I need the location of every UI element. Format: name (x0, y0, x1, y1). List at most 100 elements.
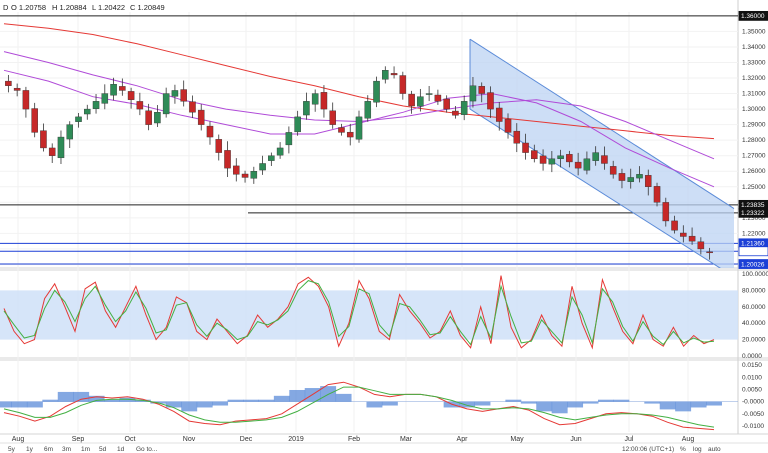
clock-readout: 12:00:06 (UTC+1) (622, 446, 674, 453)
candle-body (417, 96, 424, 107)
macd-histogram-bar (520, 401, 537, 404)
x-tick-label: Aug (12, 436, 25, 443)
scale-option-auto[interactable]: auto (708, 446, 721, 453)
chart-stage: 1.35000 1.34000 1.33000 1.32000 1.31000 1.300… (0, 0, 768, 453)
candle-body (487, 92, 494, 110)
candle-body (180, 89, 187, 102)
candle-body (31, 108, 38, 133)
candle-body (434, 94, 442, 102)
macd-tick-label: -0.0050 (742, 411, 764, 418)
candle-body (346, 131, 354, 138)
candle-body (285, 132, 293, 146)
x-tick-label: Jun (570, 436, 581, 443)
price-tick-label: 1.29000 (742, 122, 766, 129)
price-label-text: 1.23322 (741, 210, 765, 217)
macd-histogram-bar (0, 401, 12, 408)
candle-body (373, 80, 380, 103)
macd-histogram-bar (73, 391, 90, 402)
candle-body (425, 93, 433, 95)
candle-body (566, 154, 573, 163)
x-tick-label: Dec (240, 436, 253, 443)
candle-body (233, 165, 240, 175)
macd-histogram-bar (551, 401, 568, 414)
open-value: O 1.20758 (11, 3, 46, 12)
macd-histogram-bar (536, 401, 553, 412)
candle-body (592, 152, 599, 161)
range-button-5d[interactable]: 5d (99, 446, 107, 453)
candle-body (697, 241, 705, 250)
macd-histogram-bar (582, 401, 599, 404)
candle-body (531, 150, 538, 160)
candle-body (706, 251, 713, 254)
candle-body (495, 107, 503, 122)
candle-body (66, 124, 74, 140)
candle-body (662, 202, 670, 222)
macd-histogram-bar (644, 401, 661, 404)
candle-body (627, 177, 634, 182)
macd-histogram-bar (289, 389, 306, 402)
macd-histogram-bar (706, 401, 722, 406)
candle-body (119, 86, 126, 91)
price-tick-label: 1.26000 (742, 168, 766, 175)
candle-body (241, 173, 249, 178)
candle-body (154, 112, 161, 124)
range-button-1y[interactable]: 1y (26, 446, 34, 453)
scale-option-log[interactable]: log (693, 446, 702, 453)
candle-body (110, 84, 117, 96)
candle-body (5, 80, 12, 86)
candle-body (311, 93, 319, 105)
candle-body (618, 173, 626, 181)
macd-histogram-bar (381, 401, 398, 406)
macd-histogram-bar (258, 399, 275, 402)
price-tick-label: 1.33000 (742, 59, 766, 66)
macd-histogram-bar (335, 393, 352, 402)
price-tick-label: 1.28000 (742, 137, 766, 144)
macd-histogram-bar (42, 399, 59, 402)
oscillator-tick-label: 80.0000 (742, 287, 766, 294)
candle-body (364, 101, 372, 119)
macd-histogram-bar (366, 401, 383, 408)
price-label-text: 1.36000 (741, 13, 765, 20)
macd-histogram-bar (273, 395, 290, 402)
range-button-1m[interactable]: 1m (81, 446, 90, 453)
x-tick-label: May (510, 436, 524, 443)
macd-histogram-bar (196, 401, 213, 408)
range-button-5y[interactable]: 5y (8, 446, 16, 453)
candle-body (636, 174, 643, 179)
macd-histogram-bar (181, 401, 198, 412)
range-button-goto[interactable]: Go to... (136, 446, 158, 453)
candle-body (522, 142, 529, 153)
price-tick-label: 1.25000 (742, 184, 766, 191)
chart-svg: 1.35000 1.34000 1.33000 1.32000 1.31000 1.300… (0, 0, 768, 453)
candle-body (206, 125, 214, 138)
price-tick-label: 1.27000 (742, 153, 766, 160)
x-tick-label: Feb (348, 436, 360, 443)
x-tick-label: Oct (125, 436, 136, 443)
candle-body (548, 158, 556, 165)
range-button-1d[interactable]: 1d (117, 446, 125, 453)
range-button-6m[interactable]: 6m (44, 446, 53, 453)
macd-histogram-bar (242, 399, 259, 402)
macd-tick-label: 0.0050 (742, 387, 762, 394)
price-label-text: 1.20026 (741, 261, 765, 268)
scale-option-percent[interactable]: % (680, 446, 686, 453)
candle-body (504, 118, 512, 133)
candle-body (22, 90, 30, 110)
oscillator-tick-label: 0.0000 (742, 353, 762, 360)
candle-body (294, 116, 301, 133)
x-tick-label: Nov (183, 436, 196, 443)
candle-body (127, 91, 135, 100)
price-tick-label: 1.34000 (742, 44, 766, 51)
x-tick-label: Aug (682, 436, 695, 443)
candle-body (57, 136, 65, 159)
range-button-3m[interactable]: 3m (62, 446, 71, 453)
candle-body (644, 175, 652, 187)
candle-body (92, 101, 100, 109)
macd-histogram-bar (227, 399, 244, 402)
macd-histogram-bar (212, 401, 229, 406)
candle-body (40, 130, 47, 149)
candle-body (469, 85, 477, 102)
candle-body (250, 171, 258, 179)
candle-body (609, 166, 617, 175)
candle-body (399, 75, 407, 94)
